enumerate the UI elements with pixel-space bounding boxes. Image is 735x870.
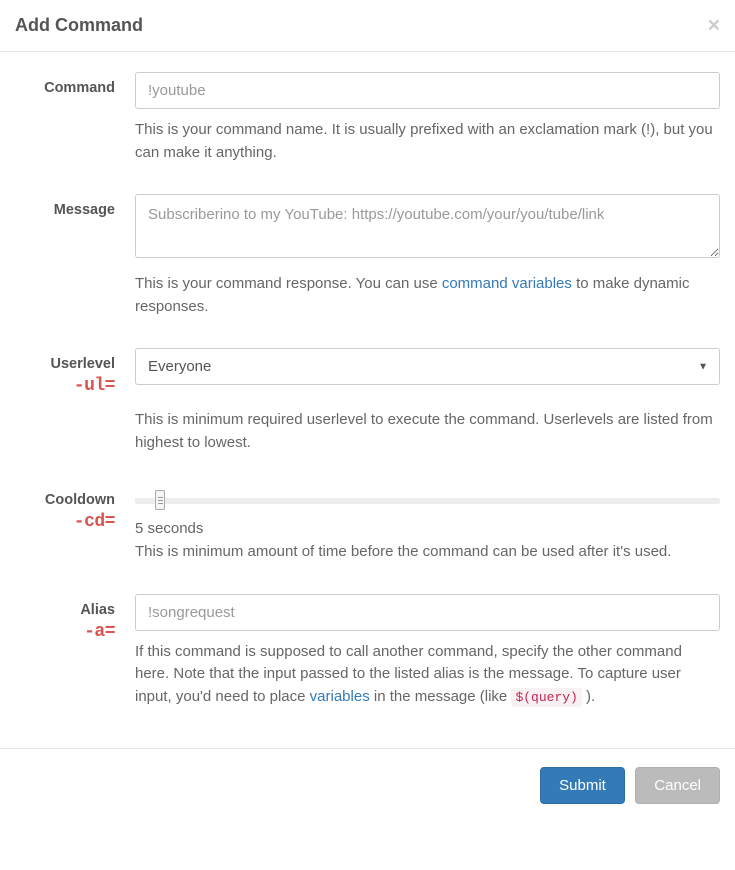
slider-track [135, 498, 720, 504]
cooldown-slider[interactable] [135, 484, 720, 504]
message-help-before: This is your command response. You can u… [135, 275, 442, 292]
cooldown-label: Cooldown [15, 492, 115, 508]
query-code: $(query) [511, 688, 581, 707]
alias-help-after-code: ). [582, 688, 595, 705]
command-label: Command [15, 80, 115, 96]
cooldown-value: 5 seconds [135, 520, 720, 537]
cancel-button[interactable]: Cancel [635, 767, 720, 804]
alias-annotation: -a= [15, 622, 115, 642]
command-variables-link[interactable]: command variables [442, 275, 572, 292]
modal-title: Add Command [15, 15, 143, 36]
submit-button[interactable]: Submit [540, 767, 625, 804]
userlevel-help: This is minimum required userlevel to ex… [135, 409, 720, 454]
userlevel-select[interactable]: Everyone [135, 348, 720, 385]
userlevel-label: Userlevel [15, 356, 115, 372]
userlevel-annotation: -ul= [15, 376, 115, 396]
command-help: This is your command name. It is usually… [135, 119, 720, 164]
close-button[interactable]: × [708, 15, 720, 36]
cooldown-help: This is minimum amount of time before th… [135, 541, 720, 564]
message-textarea[interactable] [135, 194, 720, 258]
cooldown-annotation: -cd= [15, 512, 115, 532]
alias-label: Alias [15, 602, 115, 618]
slider-handle[interactable] [155, 490, 165, 510]
alias-help: If this command is supposed to call anot… [135, 641, 720, 709]
message-help: This is your command response. You can u… [135, 273, 720, 318]
alias-help-after-link: in the message (like [370, 688, 512, 705]
message-label: Message [15, 202, 115, 218]
alias-input[interactable] [135, 594, 720, 631]
command-input[interactable] [135, 72, 720, 109]
variables-link[interactable]: variables [310, 688, 370, 705]
